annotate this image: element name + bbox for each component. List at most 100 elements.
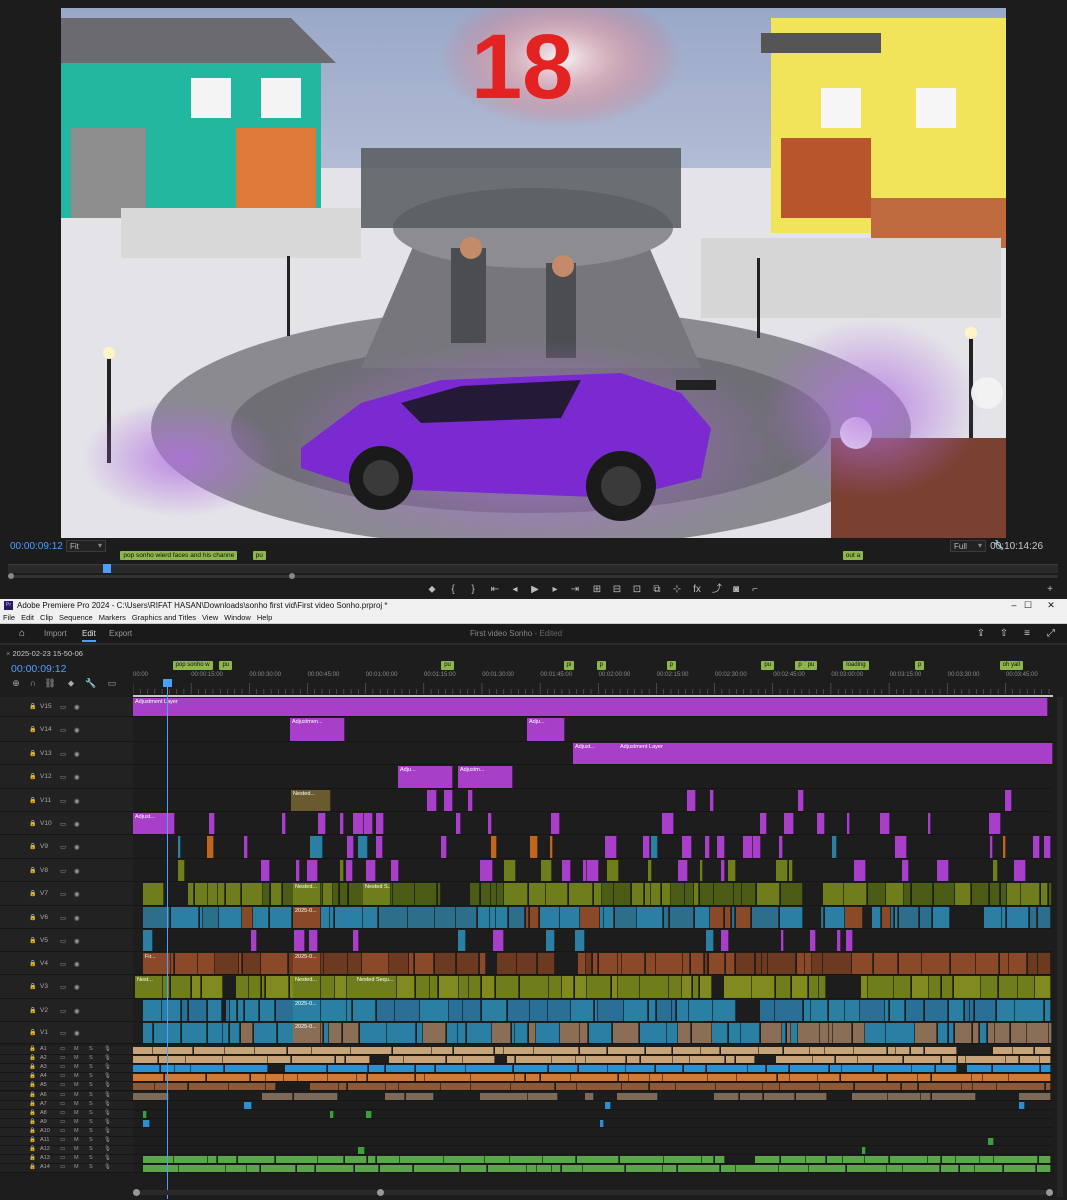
- menu-view[interactable]: View: [199, 612, 221, 624]
- timeline-clip[interactable]: [133, 1074, 165, 1082]
- timeline-clip[interactable]: [261, 1092, 294, 1100]
- timeline-clip[interactable]: [911, 883, 934, 905]
- timeline-clip[interactable]: [972, 1074, 983, 1082]
- timeline-clip[interactable]: [663, 907, 670, 928]
- timeline-clip[interactable]: [972, 1023, 980, 1043]
- timeline-clip[interactable]: [820, 1023, 829, 1043]
- timeline-clip[interactable]: [701, 1047, 721, 1055]
- timeline-clip[interactable]: [449, 1000, 463, 1021]
- solo-icon[interactable]: S: [89, 1146, 93, 1152]
- track-header-a1[interactable]: 🔒 A1 ▭ M S 🎙: [0, 1046, 133, 1056]
- timeline-clip[interactable]: [725, 1056, 736, 1064]
- timeline-clip[interactable]: [661, 883, 671, 905]
- timeline-clip[interactable]: [598, 1000, 624, 1021]
- lock-icon[interactable]: 🔒: [29, 983, 36, 990]
- timeline-clip[interactable]: [941, 1156, 956, 1164]
- timeline-clip[interactable]: [284, 1065, 328, 1073]
- timeline-clip[interactable]: [777, 1074, 790, 1082]
- timeline-clip[interactable]: [919, 907, 933, 928]
- timeline-clip[interactable]: [789, 1065, 830, 1073]
- timeline-clip[interactable]: [208, 1156, 218, 1164]
- timeline-clip[interactable]: [181, 1023, 208, 1043]
- mute-icon[interactable]: M: [74, 1064, 79, 1070]
- timeline-clip[interactable]: [989, 813, 1001, 834]
- timeline-clip[interactable]: [153, 1047, 194, 1055]
- timeline-clip[interactable]: [219, 907, 242, 928]
- timeline-clip[interactable]: [686, 790, 697, 811]
- timeline-clip[interactable]: [921, 1092, 932, 1100]
- timeline-clip[interactable]: [937, 1023, 948, 1043]
- close-tab-icon[interactable]: ×: [6, 649, 10, 658]
- timeline-clip[interactable]: [843, 1156, 865, 1164]
- timeline-clip[interactable]: [706, 1065, 748, 1073]
- sync-lock-icon[interactable]: ▭: [60, 937, 66, 945]
- mic-icon[interactable]: 🎙: [104, 1155, 111, 1161]
- timeline-clip[interactable]: [844, 883, 868, 905]
- timeline-clip[interactable]: Nest...: [135, 976, 163, 998]
- mic-icon[interactable]: 🎙: [104, 1128, 111, 1134]
- timeline-clip[interactable]: [614, 883, 632, 905]
- timeline-clip[interactable]: [456, 907, 478, 928]
- timeline-clip[interactable]: [956, 1156, 980, 1164]
- timeline-clip[interactable]: [188, 1083, 229, 1091]
- timeline-clip[interactable]: [910, 1047, 925, 1055]
- timeline-clip[interactable]: [924, 1000, 949, 1021]
- track-header-v6[interactable]: 🔒 V6 ▭ ◉: [0, 906, 133, 929]
- timeline-clip[interactable]: [540, 860, 552, 881]
- timeline-clip[interactable]: [133, 1047, 153, 1055]
- timeline-clip[interactable]: [818, 1074, 841, 1082]
- track-header-v14[interactable]: 🔒 V14 ▭ ◉: [0, 717, 133, 742]
- lock-icon[interactable]: 🔒: [29, 773, 36, 780]
- timeline-clip[interactable]: [583, 1165, 626, 1173]
- timeline-clip[interactable]: [702, 1156, 715, 1164]
- timeline-clip[interactable]: [435, 907, 456, 928]
- timeline-clip[interactable]: [437, 883, 441, 905]
- timeline-clip[interactable]: [780, 1083, 820, 1091]
- timeline-clip[interactable]: [959, 1165, 975, 1173]
- sync-lock-icon[interactable]: ▭: [60, 1046, 65, 1052]
- play-icon[interactable]: ▶: [528, 583, 542, 597]
- timeline-clip[interactable]: Nested Sequ...: [355, 976, 397, 998]
- timeline-clip[interactable]: [810, 1047, 825, 1055]
- audio-track-a6[interactable]: [133, 1092, 1053, 1101]
- timeline-clip[interactable]: [829, 1065, 842, 1073]
- timeline-clip[interactable]: [663, 1165, 678, 1173]
- mic-icon[interactable]: 🎙: [104, 1092, 111, 1098]
- timeline-clip[interactable]: [646, 1047, 673, 1055]
- timeline-clip[interactable]: [795, 1092, 828, 1100]
- solo-icon[interactable]: S: [89, 1164, 93, 1170]
- timeline-clip[interactable]: [469, 976, 482, 998]
- timeline-clip[interactable]: [344, 1156, 368, 1164]
- timeline-clip[interactable]: [269, 907, 293, 928]
- timeline-clip[interactable]: [409, 953, 415, 974]
- timeline-clip[interactable]: [530, 1000, 548, 1021]
- timeline-clip[interactable]: [1014, 860, 1026, 881]
- timeline-clip[interactable]: [340, 813, 344, 834]
- timeline-clip[interactable]: [948, 1000, 965, 1021]
- timeline-clip[interactable]: [629, 1074, 650, 1082]
- timeline-clip[interactable]: [763, 1092, 796, 1100]
- timeline-clip[interactable]: [886, 883, 904, 905]
- audio-track-a8[interactable]: [133, 1110, 1053, 1119]
- menu-graphics-and-titles[interactable]: Graphics and Titles: [129, 612, 199, 624]
- timeline-clip[interactable]: [983, 1074, 1009, 1082]
- timeline-clip[interactable]: [1035, 976, 1051, 998]
- timeline-clip[interactable]: [241, 883, 263, 905]
- timeline-clip[interactable]: [496, 907, 509, 928]
- timeline-clip[interactable]: [936, 860, 949, 881]
- timeline-clip[interactable]: [791, 1023, 798, 1043]
- timeline-clip[interactable]: [291, 1056, 336, 1064]
- timeline-clip[interactable]: [455, 813, 462, 834]
- lock-icon[interactable]: 🔒: [29, 1046, 36, 1052]
- eye-icon[interactable]: ◉: [74, 726, 80, 734]
- timeline-clip[interactable]: [586, 1056, 627, 1064]
- solo-icon[interactable]: S: [89, 1055, 93, 1061]
- timeline-clip[interactable]: [895, 836, 908, 858]
- timeline-clip[interactable]: [552, 1165, 562, 1173]
- timeline-marker[interactable]: pu: [761, 661, 775, 670]
- audio-track-a11[interactable]: [133, 1137, 1053, 1147]
- track-area[interactable]: Adjustment Layer Adjustmen... Adju... Adjus…: [133, 697, 1053, 1197]
- timeline-clip[interactable]: [912, 1065, 936, 1073]
- solo-icon[interactable]: S: [89, 1137, 93, 1143]
- timeline-clip[interactable]: [887, 1047, 896, 1055]
